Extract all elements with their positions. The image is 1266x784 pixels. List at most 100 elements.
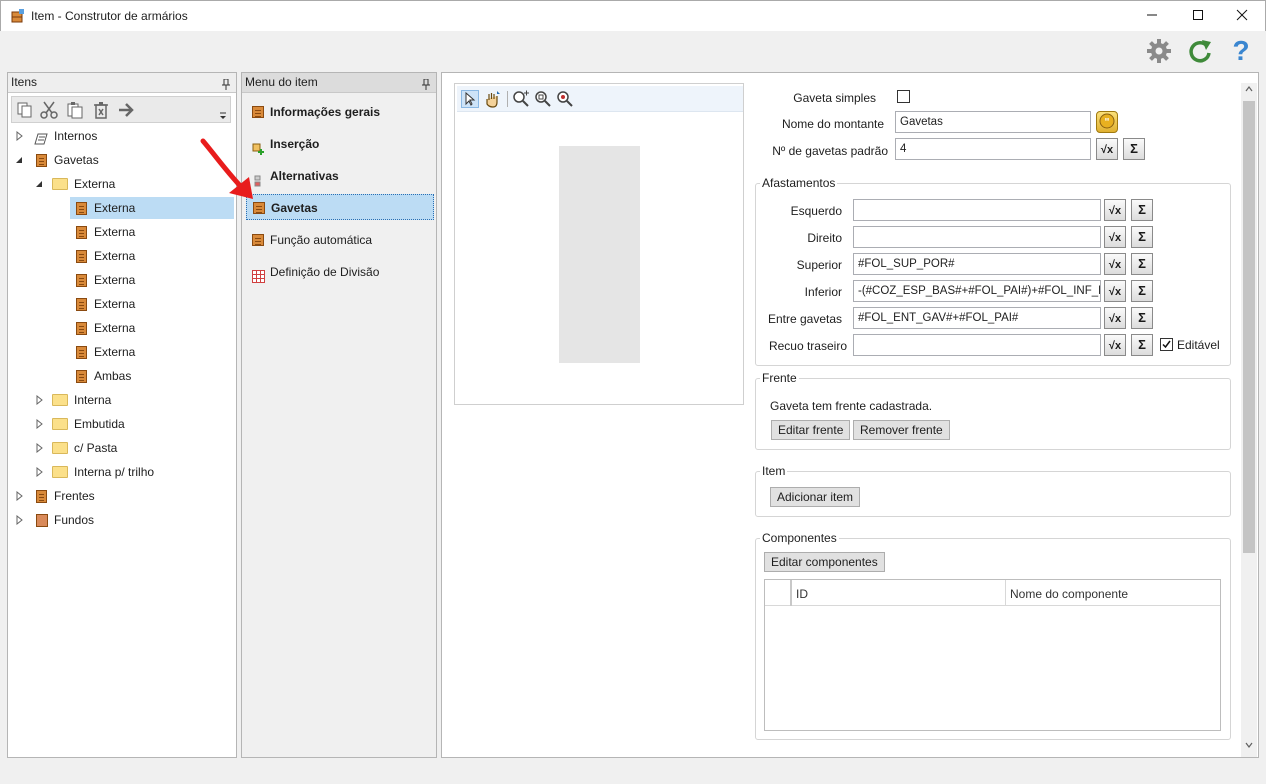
formula-sum-button[interactable]: Σ (1123, 138, 1145, 160)
zoom-in-icon[interactable] (512, 90, 530, 108)
toolbar-separator (507, 91, 508, 107)
arrow-right-icon[interactable] (117, 101, 135, 119)
adicionar-item-button[interactable]: Adicionar item (770, 487, 861, 507)
n-gavetas-label: Nº de gavetas padrão (772, 144, 888, 158)
scroll-up-icon[interactable] (1241, 83, 1257, 99)
menu-item-definicao-divisao[interactable]: Definição de Divisão (246, 259, 434, 285)
scroll-down-icon[interactable] (1241, 739, 1257, 755)
column-header-nome[interactable]: Nome do componente (1005, 580, 1219, 606)
collapse-icon[interactable] (34, 179, 44, 189)
sigma-icon: Σ (1130, 141, 1138, 156)
editar-frente-button[interactable]: Editar frente (771, 420, 851, 440)
menu-panel: Menu do item Informações gerais Inserção… (241, 72, 437, 758)
tree-item-externa[interactable]: Externa (70, 317, 234, 339)
editavel-checkbox[interactable] (1160, 338, 1173, 351)
grid-icon (252, 266, 265, 283)
editar-componentes-button[interactable]: Editar componentes (764, 552, 885, 572)
help-icon[interactable]: ? (1228, 37, 1254, 65)
tree-item-ambas[interactable]: Ambas (70, 365, 234, 387)
formula-sqrt-button[interactable]: √x (1096, 138, 1118, 160)
afastamentos-group: Afastamentos Esquerdo √x Σ Direito √x Σ … (755, 176, 1231, 366)
cabinet-icon (76, 226, 87, 239)
gear-icon[interactable] (1146, 38, 1172, 64)
tree-item-fundos[interactable]: Fundos (12, 509, 234, 531)
superior-formula-button[interactable]: √x (1104, 253, 1126, 275)
zoom-extents-icon[interactable] (534, 90, 552, 108)
tree-item-interna[interactable]: Interna (32, 389, 234, 411)
expand-icon[interactable] (34, 418, 44, 430)
vertical-scrollbar[interactable] (1241, 83, 1257, 757)
pin-icon[interactable] (222, 77, 230, 90)
scroll-thumb[interactable] (1243, 101, 1255, 553)
entre-gavetas-formula-button[interactable]: √x (1104, 307, 1126, 329)
zoom-fit-icon[interactable] (556, 90, 574, 108)
n-gavetas-field[interactable]: 4 (895, 138, 1091, 160)
tree-item-externa[interactable]: Externa (70, 245, 234, 267)
expand-icon[interactable] (14, 130, 24, 142)
gaveta-simples-label: Gaveta simples (793, 91, 876, 105)
delete-icon[interactable] (92, 101, 110, 119)
tree-item-c-pasta[interactable]: c/ Pasta (32, 437, 234, 459)
sqrt-icon: √x (1108, 340, 1122, 352)
tree-item-externa[interactable]: Externa (70, 221, 234, 243)
svg-text:": " (1104, 117, 1109, 128)
entre-gavetas-sum-button[interactable]: Σ (1131, 307, 1153, 329)
direito-formula-button[interactable]: √x (1104, 226, 1126, 248)
expand-icon[interactable] (34, 442, 44, 454)
minimize-button[interactable] (1129, 2, 1175, 31)
toolbar-overflow-icon[interactable] (220, 109, 226, 119)
inferior-formula-button[interactable]: √x (1104, 280, 1126, 302)
maximize-button[interactable] (1175, 2, 1221, 31)
direito-field[interactable] (853, 226, 1101, 248)
menu-item-gavetas[interactable]: Gavetas (246, 194, 434, 220)
direito-sum-button[interactable]: Σ (1131, 226, 1153, 248)
tree-item-externa[interactable]: Externa (70, 341, 234, 363)
menu-item-funcao-automatica[interactable]: Função automática (246, 227, 434, 253)
pan-hand-icon[interactable] (483, 90, 501, 108)
close-button[interactable] (1219, 2, 1265, 31)
superior-sum-button[interactable]: Σ (1131, 253, 1153, 275)
expand-icon[interactable] (34, 466, 44, 478)
sqrt-icon: √x (1108, 259, 1122, 271)
esquerdo-field[interactable] (853, 199, 1101, 221)
refresh-icon[interactable] (1187, 38, 1213, 64)
menu-item-informacoes-gerais[interactable]: Informações gerais (246, 99, 434, 125)
nome-montante-field[interactable]: Gavetas (895, 111, 1091, 133)
tree-item-embutida[interactable]: Embutida (32, 413, 234, 435)
cut-icon[interactable] (40, 101, 58, 119)
esquerdo-formula-button[interactable]: √x (1104, 199, 1126, 221)
expand-icon[interactable] (34, 394, 44, 406)
inferior-field[interactable]: -(#COZ_ESP_BAS#+#FOL_PAI#)+#FOL_INF_F (853, 280, 1101, 302)
tree-item-externa[interactable]: Externa (70, 293, 234, 315)
column-header-id[interactable]: ID (790, 580, 1005, 606)
tree-item-externa[interactable]: Externa (70, 269, 234, 291)
inferior-sum-button[interactable]: Σ (1131, 280, 1153, 302)
pointer-icon[interactable] (461, 90, 479, 108)
expand-icon[interactable] (14, 514, 24, 526)
menu-item-alternativas[interactable]: Alternativas (246, 163, 434, 189)
expand-icon[interactable] (14, 490, 24, 502)
recuo-traseiro-label: Recuo traseiro (768, 339, 847, 353)
quote-icon[interactable]: " (1096, 111, 1118, 133)
copy-icon[interactable] (16, 101, 34, 119)
tree-item-label: Externa (94, 249, 136, 263)
remover-frente-button[interactable]: Remover frente (853, 420, 950, 440)
gaveta-simples-checkbox[interactable] (897, 90, 910, 103)
superior-field[interactable]: #FOL_SUP_POR# (853, 253, 1101, 275)
menu-item-insercao[interactable]: Inserção (246, 131, 434, 157)
paste-icon[interactable] (66, 101, 84, 119)
pin-icon[interactable] (422, 77, 430, 90)
esquerdo-sum-button[interactable]: Σ (1131, 199, 1153, 221)
direito-label: Direito (807, 231, 842, 245)
drawer-drawing (559, 146, 640, 363)
collapse-icon[interactable] (14, 155, 24, 165)
recuo-formula-button[interactable]: √x (1104, 334, 1126, 356)
tree-item-frentes[interactable]: Frentes (12, 485, 234, 507)
tree-item-interna-trilho[interactable]: Interna p/ trilho (32, 461, 234, 483)
folder-icon (52, 178, 68, 190)
recuo-sum-button[interactable]: Σ (1131, 334, 1153, 356)
entre-gavetas-field[interactable]: #FOL_ENT_GAV#+#FOL_PAI# (853, 307, 1101, 329)
sqrt-icon: √x (1108, 205, 1122, 217)
componentes-table[interactable]: ID Nome do componente (764, 579, 1221, 731)
recuo-traseiro-field[interactable] (853, 334, 1101, 356)
